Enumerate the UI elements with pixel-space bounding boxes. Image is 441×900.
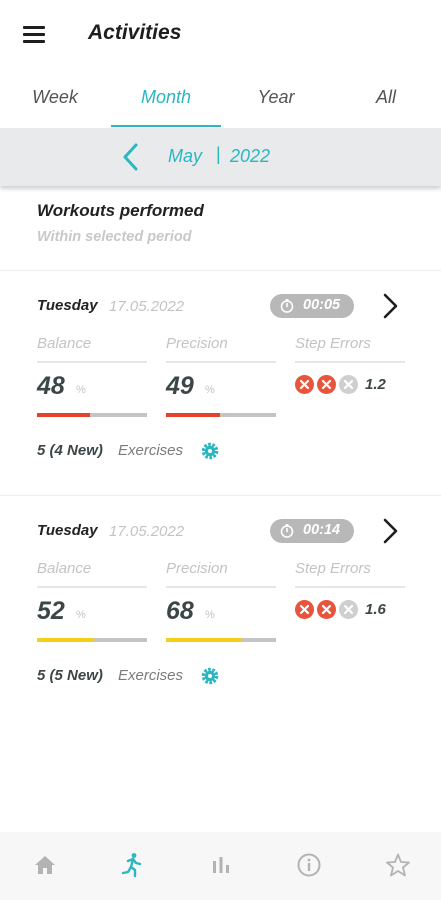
star-icon[interactable] [385,852,411,878]
error-x-icon [317,375,336,394]
active-tab-indicator [111,125,221,127]
error-x-icon [339,375,358,394]
duration-text: 00:05 [303,297,341,313]
workout-date: 17.05.2022 [109,298,185,315]
chevron-left-icon[interactable] [118,141,142,173]
exercise-count: 5 (5 New) [37,667,103,684]
divider [37,361,147,363]
period-month: May [168,146,203,166]
balance-bar [37,638,147,642]
duration-text: 00:14 [303,522,341,538]
divider [295,586,405,588]
section-subtitle: Within selected period [37,229,192,245]
bottom-navigation [0,832,441,900]
duration-badge: 00:14 [270,519,354,543]
chevron-right-icon[interactable] [380,292,400,320]
tab-year[interactable]: Year [221,72,331,128]
workout-day: Tuesday [37,297,98,314]
balance-bar [37,413,147,417]
tab-month[interactable]: Month [111,72,221,128]
balance-label: Balance [37,560,92,577]
workout-card[interactable]: Tuesday 17.05.2022 00:14 Balance 52 % Pr… [0,495,441,720]
precision-label: Precision [166,560,228,577]
chevron-right-icon[interactable] [380,517,400,545]
exercise-label: Exercises [118,442,184,459]
error-x-icon [317,600,336,619]
stopwatch-icon [280,524,294,538]
page-title: Activities [88,21,182,44]
error-x-icon [295,375,314,394]
workout-date: 17.05.2022 [109,523,185,540]
error-x-icon [295,600,314,619]
balance-unit: % [76,609,86,621]
precision-unit: % [205,609,215,621]
precision-unit: % [205,384,215,396]
gear-icon[interactable] [200,441,220,461]
precision-label: Precision [166,335,228,352]
bar-chart-icon[interactable] [208,852,234,878]
exercise-count: 5 (4 New) [37,442,103,459]
step-errors-value: 1.6 [365,601,386,618]
period-separator: | [216,144,221,164]
workout-day: Tuesday [37,522,98,539]
precision-value: 49 [166,372,194,400]
balance-bar-fill [37,638,95,642]
app-header: Activities [0,0,441,70]
precision-value: 68 [166,597,194,625]
period-year: 2022 [230,146,271,166]
period-selector: May | 2022 [0,128,441,186]
step-errors-label: Step Errors [295,560,371,577]
balance-label: Balance [37,335,92,352]
balance-unit: % [76,384,86,396]
divider [166,361,276,363]
balance-value: 52 [37,597,65,625]
tab-week[interactable]: Week [0,72,110,128]
running-person-icon[interactable] [119,852,145,878]
precision-bar-fill [166,638,241,642]
divider [166,586,276,588]
balance-bar-fill [37,413,90,417]
stopwatch-icon [280,299,294,313]
error-x-icon [339,600,358,619]
balance-value: 48 [37,372,65,400]
info-icon[interactable] [296,852,322,878]
tab-all[interactable]: All [331,72,441,128]
home-icon[interactable] [32,852,58,878]
precision-bar [166,413,276,417]
period-tabs: Week Month Year All [0,72,441,128]
divider [37,586,147,588]
duration-badge: 00:05 [270,294,354,318]
divider [295,361,405,363]
precision-bar [166,638,276,642]
hamburger-menu-icon[interactable] [22,24,48,46]
exercise-label: Exercises [118,667,184,684]
section-title: Workouts performed [37,201,204,220]
precision-bar-fill [166,413,220,417]
workout-card[interactable]: Tuesday 17.05.2022 00:05 Balance 48 % Pr… [0,270,441,495]
gear-icon[interactable] [200,666,220,686]
step-errors-label: Step Errors [295,335,371,352]
step-errors-value: 1.2 [365,376,386,393]
